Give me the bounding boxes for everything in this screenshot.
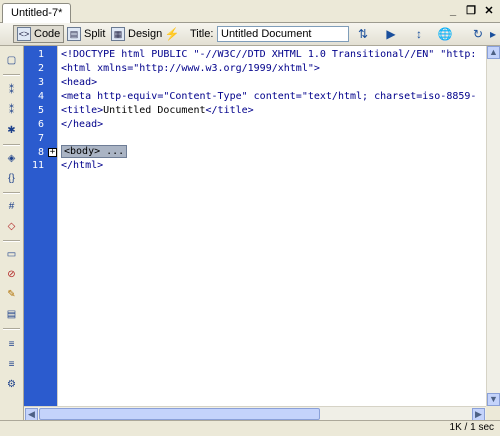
code-line: <html xmlns="http://www.w3.org/1999/xhtm… bbox=[61, 63, 320, 74]
open-documents-icon[interactable]: ▢ bbox=[4, 54, 19, 68]
code-view-button[interactable]: <> Code bbox=[13, 25, 65, 43]
split-view-label: Split bbox=[84, 28, 106, 40]
recent-snippets-icon[interactable]: ▤ bbox=[4, 308, 19, 322]
code-line: <!DOCTYPE html PUBLIC "-//W3C//DTD XHTML… bbox=[61, 49, 477, 60]
design-view-label: Design bbox=[128, 28, 163, 40]
wrap-tag-icon[interactable]: ✎ bbox=[4, 288, 19, 302]
code-line: </head> bbox=[61, 119, 104, 130]
close-button[interactable]: ✕ bbox=[482, 4, 496, 18]
globe-icon[interactable]: 🌐 bbox=[437, 26, 453, 42]
line-number: 5 bbox=[37, 105, 44, 116]
collapsed-body-block[interactable]: <body> ... bbox=[61, 145, 128, 158]
document-toolbar: <> Code ▤ Split ▦ Design ⚡ Title: ⇅ ▶ ↕ … bbox=[0, 23, 500, 46]
toolbar-more-icon[interactable]: ▸ bbox=[488, 26, 498, 42]
minimize-button[interactable]: _ bbox=[446, 4, 460, 18]
line-number: 7 bbox=[37, 133, 44, 144]
toolbar-divider bbox=[3, 328, 20, 330]
apply-comment-icon[interactable]: ▭ bbox=[4, 248, 19, 262]
select-parent-tag-icon[interactable]: ◈ bbox=[4, 152, 19, 166]
code-line: <meta http-equiv="Content-Type" content=… bbox=[61, 91, 477, 102]
expand-collapsed-icon[interactable]: + bbox=[48, 148, 57, 157]
line-number: 2 bbox=[37, 63, 44, 74]
vertical-scrollbar[interactable]: ▲ ▼ bbox=[486, 46, 500, 406]
balance-braces-icon[interactable]: {} bbox=[4, 172, 19, 186]
line-number: 6 bbox=[37, 119, 44, 130]
download-size-status: 1K / 1 sec bbox=[449, 422, 494, 433]
scroll-corner bbox=[486, 406, 500, 420]
refresh-design-icon[interactable]: ↕ bbox=[411, 26, 427, 42]
toolbar-divider bbox=[3, 192, 20, 194]
indent-code-icon[interactable]: ≡ bbox=[4, 338, 19, 352]
split-view-button[interactable]: ▤ Split bbox=[63, 25, 109, 43]
code-editor[interactable]: <!DOCTYPE html PUBLIC "-//W3C//DTD XHTML… bbox=[58, 46, 486, 406]
code-line: <head> bbox=[61, 77, 98, 88]
toolbar-divider bbox=[3, 74, 20, 76]
remove-comment-icon[interactable]: ⊘ bbox=[4, 268, 19, 282]
toolbar-divider bbox=[3, 240, 20, 242]
line-numbers-icon[interactable]: # bbox=[4, 200, 19, 214]
split-view-icon: ▤ bbox=[67, 27, 81, 41]
title-label: Title: bbox=[190, 28, 214, 40]
refresh-icon[interactable]: ↻ bbox=[470, 26, 486, 42]
line-number: 11 bbox=[31, 160, 44, 171]
code-view-label: Code bbox=[34, 28, 61, 40]
preview-browser-icon[interactable]: ▶ bbox=[383, 26, 399, 42]
scroll-down-icon[interactable]: ▼ bbox=[487, 393, 500, 406]
horizontal-scrollbar[interactable]: ◀ ▶ bbox=[24, 406, 486, 421]
highlight-invalid-code-icon[interactable]: ◇ bbox=[4, 220, 19, 234]
code-line: </html> bbox=[61, 160, 104, 171]
line-number: 4 bbox=[37, 91, 44, 102]
format-source-icon[interactable]: ⚙ bbox=[4, 378, 19, 392]
coding-toolbar: ▢ ⁑ ⁑ ✱ ◈ {} # ◇ ▭ ⊘ ✎ ▤ ≡ ≡ ⚙ bbox=[0, 46, 24, 420]
live-view-icon[interactable]: ⚡ bbox=[164, 26, 180, 42]
code-line: <title>Untitled Document</title> bbox=[61, 104, 254, 117]
design-view-icon: ▦ bbox=[111, 27, 125, 41]
line-number-gutter: 1 2 3 4 5 6 7 8 + 11 bbox=[24, 46, 57, 406]
title-input[interactable] bbox=[217, 26, 349, 42]
status-bar: 1K / 1 sec bbox=[0, 420, 500, 436]
document-tab[interactable]: Untitled-7* bbox=[2, 3, 72, 23]
outdent-code-icon[interactable]: ≡ bbox=[4, 358, 19, 372]
document-tab-strip: Untitled-7* _ ❐ ✕ bbox=[0, 0, 500, 23]
collapse-tag-icon[interactable]: ⁑ bbox=[4, 84, 19, 98]
line-number: 1 bbox=[37, 49, 44, 60]
design-view-button[interactable]: ▦ Design bbox=[107, 25, 166, 43]
scroll-up-icon[interactable]: ▲ bbox=[487, 46, 500, 59]
line-number: 8 bbox=[37, 147, 44, 158]
file-management-icon[interactable]: ⇅ bbox=[355, 26, 371, 42]
title-text: Untitled Document bbox=[103, 105, 206, 116]
code-line: <body> ... bbox=[61, 145, 128, 158]
title-close-tag: </title> bbox=[205, 105, 254, 116]
expand-all-icon[interactable]: ✱ bbox=[4, 124, 19, 138]
horizontal-scroll-thumb[interactable] bbox=[39, 408, 320, 420]
title-open-tag: <title> bbox=[61, 105, 104, 116]
toolbar-divider bbox=[3, 144, 20, 146]
code-view-icon: <> bbox=[17, 27, 31, 41]
collapse-selection-icon[interactable]: ⁑ bbox=[4, 104, 19, 118]
restore-button[interactable]: ❐ bbox=[464, 4, 478, 18]
line-number: 3 bbox=[37, 77, 44, 88]
